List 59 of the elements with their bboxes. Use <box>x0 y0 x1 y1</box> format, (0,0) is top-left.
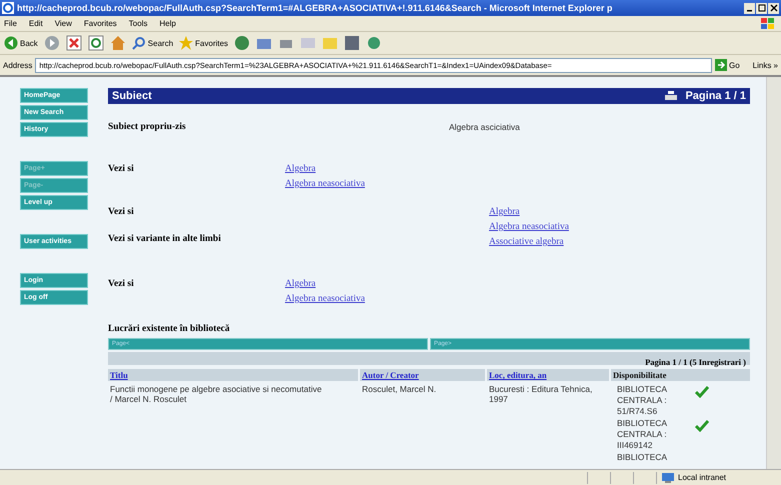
star-icon <box>179 36 194 50</box>
author-line: / Marcel N. Rosculet <box>110 394 188 404</box>
menu-item[interactable]: Edit <box>28 19 43 28</box>
back-button[interactable]: Back <box>4 36 38 50</box>
subject-link[interactable]: Algebra <box>489 207 569 217</box>
stop-icon[interactable] <box>66 35 82 51</box>
title-cell-text: Functii monogene pe algebre asociative si necomutative <box>110 384 323 394</box>
subject-link[interactable]: Algebra neasociativa <box>285 294 365 304</box>
window-title: http://cacheprod.bcub.ro/webopac/FullAuth.csp?SearchTerm1=#ALGEBRA+ASOCIATIVA+!.911.6146&Search - Microsoft Internet Explorer p <box>17 3 614 13</box>
field-label: Vezi si <box>108 207 135 217</box>
close-icon <box>770 4 778 12</box>
holding-text: BIBLIOTECA CENTRALA : 51/R74.S6 <box>617 384 668 417</box>
browser-icon <box>2 2 14 14</box>
search-icon <box>132 36 146 50</box>
close-button[interactable] <box>768 2 779 14</box>
go-button[interactable]: Go <box>714 59 740 71</box>
subject-link[interactable]: Algebra neasociativa <box>489 222 569 232</box>
publisher-cell-text: Bucuresti : Editura Tehnica, 1997 <box>488 383 594 406</box>
subject-link[interactable]: Algebra <box>285 279 365 289</box>
field-label: Vezi si <box>108 164 135 174</box>
field-value: Algebra asciciativa <box>449 122 520 132</box>
menu-item[interactable]: File <box>4 19 17 28</box>
subject-link[interactable]: Algebra <box>285 164 365 174</box>
printer-icon[interactable] <box>665 91 678 101</box>
holding-text: BIBLIOTECA <box>617 452 668 463</box>
header-title: Subiect <box>112 90 153 102</box>
menu-item[interactable]: Tools <box>128 19 148 28</box>
field-label: Vezi si <box>108 279 135 289</box>
forward-icon[interactable] <box>44 35 60 51</box>
column-header[interactable]: Titlu <box>108 369 358 381</box>
zone-indicator: Local intranet <box>656 472 781 484</box>
column-header[interactable]: Autor / Creator <box>360 369 485 381</box>
author-cell-text: Rosculet, Marcel N. <box>361 383 438 396</box>
check-icon <box>695 420 709 432</box>
column-header[interactable]: Loc, editura, an <box>487 369 609 381</box>
maximize-icon <box>758 4 766 12</box>
windows-logo-icon <box>761 18 775 30</box>
menu-item[interactable]: Favorites <box>84 19 117 28</box>
home-icon[interactable] <box>110 35 126 51</box>
subject-link[interactable]: Associative algebra <box>489 237 569 247</box>
field-label: Subiect propriu-zis <box>108 122 187 132</box>
works-title: Lucrări existente în bibliotecă <box>108 324 231 334</box>
maximize-button[interactable] <box>756 2 767 14</box>
field-label: Vezi si variante in alte limbi <box>108 234 222 244</box>
search-button[interactable]: Search <box>132 36 174 50</box>
minimize-button[interactable] <box>744 2 755 14</box>
scrollbar[interactable] <box>766 77 781 469</box>
links-button[interactable]: Links » <box>752 60 778 70</box>
address-label: Address <box>3 60 32 70</box>
subject-link[interactable]: Algebra neasociativa <box>285 179 365 189</box>
holding-text: BIBLIOTECA CENTRALA : III469142 <box>617 418 668 451</box>
column-header: Disponibilitate <box>611 369 750 381</box>
check-icon <box>695 386 709 398</box>
menu-item[interactable]: View <box>54 19 72 28</box>
record-count: Pagina 1 / 1 (5 Inregistrari ) <box>645 357 747 367</box>
menu-item[interactable]: Help <box>159 19 176 28</box>
favorites-button[interactable]: Favorites <box>179 36 228 50</box>
page-indicator: Pagina 1 / 1 <box>685 90 746 102</box>
refresh-icon[interactable] <box>88 35 104 51</box>
